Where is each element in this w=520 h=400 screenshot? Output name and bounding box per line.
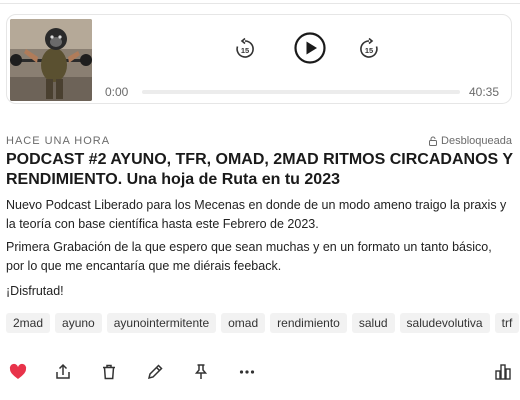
tag-item[interactable]: omad — [221, 313, 266, 333]
skip-back-button[interactable]: 15 — [233, 37, 257, 61]
delete-button[interactable] — [99, 362, 119, 382]
svg-text:15: 15 — [241, 46, 249, 55]
tag-item[interactable]: ayunointermitente — [106, 313, 217, 333]
skip-forward-button[interactable]: 15 — [357, 37, 381, 61]
tag-item[interactable]: rendimiento — [270, 313, 347, 333]
post-actions — [0, 360, 520, 384]
current-time: 0:00 — [105, 85, 129, 99]
more-options-button[interactable] — [237, 362, 257, 382]
tag-item[interactable]: saludevolutiva — [399, 313, 490, 333]
like-heart-icon — [9, 363, 27, 379]
edit-button[interactable] — [145, 362, 165, 382]
share-button[interactable] — [53, 362, 73, 382]
podcast-cover-image — [10, 19, 92, 101]
tag-item[interactable]: 2mad — [6, 313, 51, 333]
post-paragraph: ¡Disfrutad! — [6, 284, 64, 298]
post-paragraph: Nuevo Podcast Liberado para los Mecenas … — [6, 198, 507, 231]
skip-forward-icon: 15 — [360, 37, 378, 58]
post-paragraph: Primera Grabación de la que espero que s… — [6, 240, 492, 273]
post-title: PODCAST #2 AYUNO, TFR, OMAD, 2MAD RITMOS… — [6, 151, 513, 188]
tag-item[interactable]: salud — [351, 313, 395, 333]
stats-chart-icon — [495, 364, 511, 380]
unlocked-status: Desbloqueada — [428, 135, 512, 147]
svg-text:15: 15 — [365, 46, 373, 55]
like-button[interactable] — [8, 362, 28, 382]
more-dots-icon — [239, 370, 255, 374]
tag-item[interactable]: ayuno — [55, 313, 102, 333]
progress-bar[interactable] — [142, 90, 460, 94]
post-timestamp: HACE UNA HORA — [6, 135, 111, 147]
unlocked-label: Desbloqueada — [441, 135, 512, 147]
share-icon — [56, 363, 70, 379]
post-meta: HACE UNA HORA Desbloqueada — [6, 134, 512, 148]
tag-list: 2mad ayuno ayunointermitente omad rendim… — [6, 313, 520, 333]
unlock-icon — [429, 136, 438, 146]
edit-pencil-icon — [147, 364, 163, 380]
pin-icon — [194, 364, 208, 379]
play-icon — [294, 32, 326, 64]
delete-trash-icon — [103, 364, 115, 380]
tag-item[interactable]: trf — [494, 313, 520, 333]
audio-player: 15 15 0:00 40:35 — [6, 14, 512, 104]
stats-button[interactable] — [493, 362, 513, 382]
play-button[interactable] — [293, 31, 327, 65]
top-divider — [0, 0, 520, 4]
pin-button[interactable] — [191, 362, 211, 382]
playback-controls: 15 15 — [217, 29, 417, 69]
total-duration: 40:35 — [468, 85, 499, 99]
skip-back-icon: 15 — [236, 37, 254, 58]
